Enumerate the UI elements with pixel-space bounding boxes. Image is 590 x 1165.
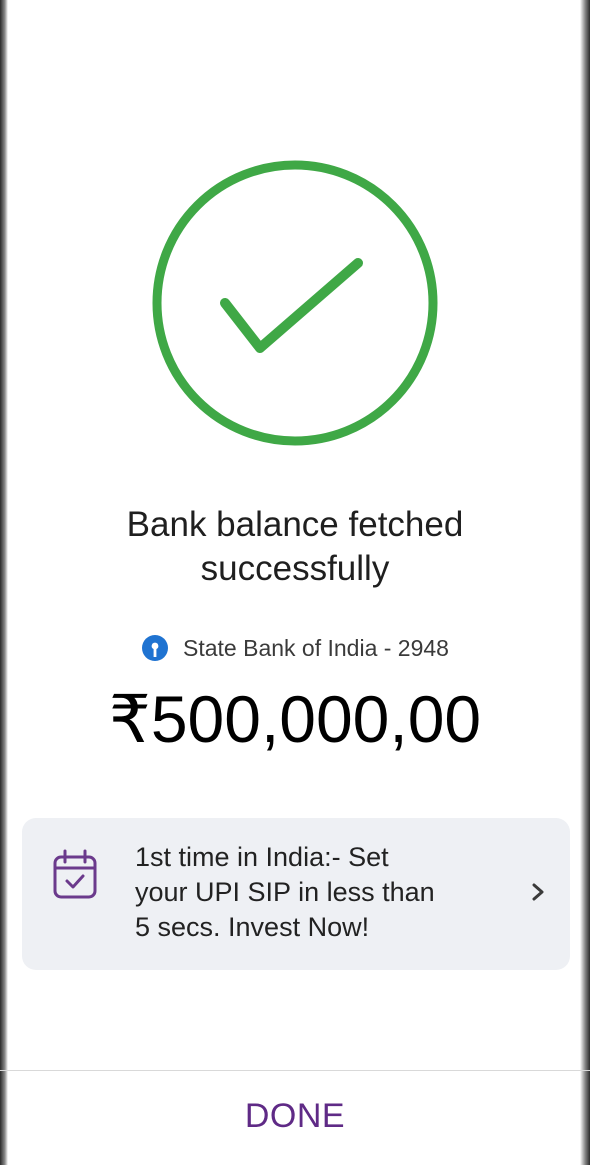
sip-promo-line3: 5 secs. Invest Now! <box>135 912 370 942</box>
status-title: Bank balance fetched successfully <box>40 503 550 591</box>
screen-edge-left <box>0 0 8 1165</box>
screen-edge-right <box>580 0 590 1165</box>
sip-promo-line1: 1st time in India:- Set <box>135 842 389 872</box>
footer-divider <box>0 1070 590 1071</box>
sip-promo-card[interactable]: 1st time in India:- Set your UPI SIP in … <box>22 818 570 970</box>
chevron-right-icon[interactable] <box>528 878 548 906</box>
done-button[interactable]: DONE <box>195 1088 395 1144</box>
status-title-line1: Bank balance fetched <box>126 505 464 544</box>
sbi-logo-icon <box>142 635 169 661</box>
sip-promo-line2: your UPI SIP in less than <box>135 877 435 907</box>
balance-amount: ₹500,000,00 <box>108 682 482 756</box>
bank-account-row: State Bank of India - 2948 <box>0 628 590 668</box>
bank-account-label: State Bank of India - 2948 <box>183 634 449 661</box>
status-title-line2: successfully <box>200 549 390 588</box>
calendar-check-icon <box>53 849 97 899</box>
success-check-icon <box>150 158 440 448</box>
sip-promo-text: 1st time in India:- Set your UPI SIP in … <box>135 840 505 945</box>
balance-result-screen: Bank balance fetched successfully State … <box>0 0 590 1165</box>
